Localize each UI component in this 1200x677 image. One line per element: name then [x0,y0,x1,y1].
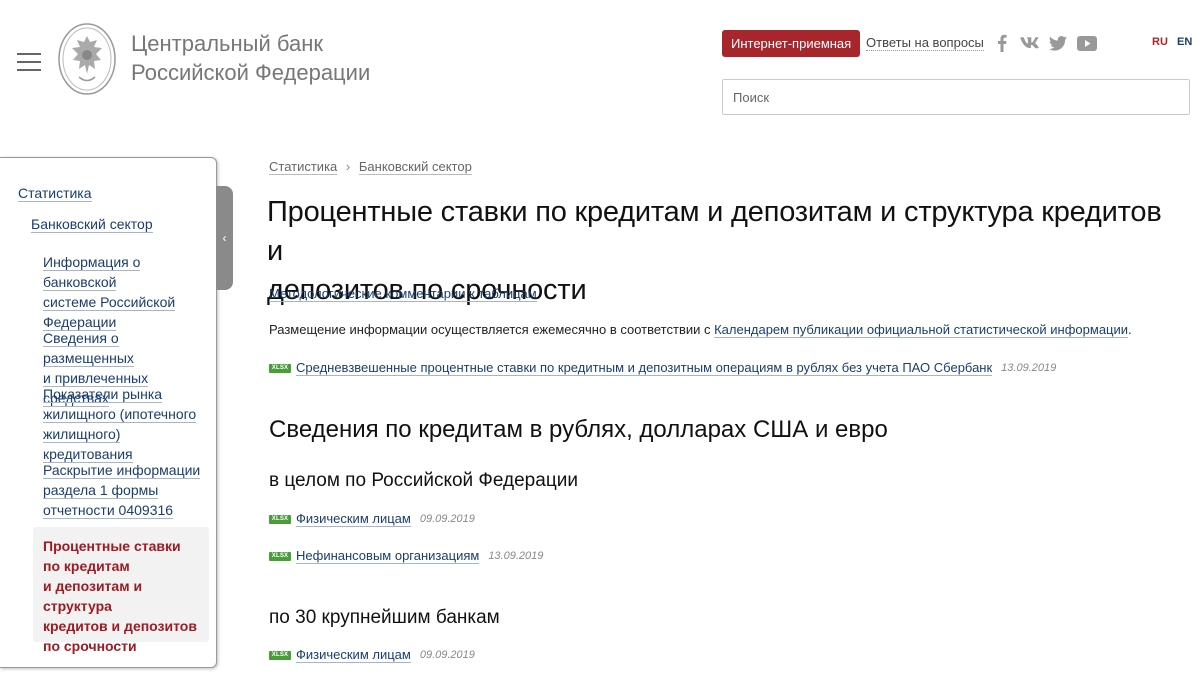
facebook-icon[interactable] [996,34,1008,52]
vk-icon[interactable] [1018,34,1040,52]
sidebar-item-label: кредитов и депозитов [43,618,197,634]
page-title-line1: Процентные ставки по кредитам и депозита… [267,196,1162,267]
xlsx-file-icon: XLSX [269,650,291,660]
sidebar-item-banking-sector[interactable]: Банковский сектор [31,214,153,234]
banks30-heading: по 30 крупнейшим банкам [269,607,500,628]
file-banks30-individuals: XLSX Физическим лицам 09.09.2019 [269,647,475,663]
methodology-link-label: Методологические комментарии к таблицам [269,286,537,302]
sidebar-collapse-chevron-icon[interactable]: ‹ [216,186,233,290]
rf-individuals-link[interactable]: Физическим лицам [296,511,411,527]
sidebar-item-label: Процентные ставки [43,538,181,554]
breadcrumb-banking-sector[interactable]: Банковский сектор [358,159,472,175]
sidebar-item-label: по срочности [43,638,137,654]
sidebar-item-label: и депозитам и структура [43,578,143,614]
placement-text: Размещение информации осуществляется еже… [269,322,715,337]
sidebar-item-label: раздела 1 формы [43,482,159,499]
bank-name-line1: Центральный банк [131,31,323,56]
bank-name[interactable]: Центральный банк Российской Федерации [131,29,370,87]
sidebar-item-form-disclosure[interactable]: Раскрытие информации раздела 1 формы отч… [43,460,203,520]
weighted-rates-link[interactable]: Средневзвешенные процентные ставки по кр… [296,360,993,376]
placement-info: Размещение информации осуществляется еже… [269,322,1132,338]
bank-emblem-logo[interactable] [57,22,117,96]
sidebar-item-label: Показатели рынка [43,386,163,403]
banks30-individuals-link[interactable]: Физическим лицам [296,647,411,663]
sidebar-item-label: Сведения о размещенных [43,330,134,367]
rf-heading: в целом по Российской Федерации [269,470,578,491]
sidebar-item-label: жилищного) кредитования [43,426,133,463]
sidebar-item-label: отчетности 0409316 [43,502,174,519]
file-date: 13.09.2019 [488,550,544,562]
file-date: 13.09.2019 [1001,362,1057,374]
lang-en[interactable]: EN [1177,36,1192,48]
sidebar-item-label: Банковский сектор [31,216,153,233]
menu-burger-icon[interactable] [17,53,41,71]
faq-link[interactable]: Ответы на вопросы [866,35,984,51]
bank-name-line2: Российской Федерации [131,60,371,85]
sidebar-item-label: Информация о банковской [43,254,141,291]
sidebar-item-statistics[interactable]: Статистика [18,183,92,203]
sidebar-item-interest-rates-active[interactable]: Процентные ставки по кредитам и депозита… [33,527,209,654]
sidebar-item-label: Раскрытие информации [43,462,201,479]
xlsx-file-icon: XLSX [269,514,291,524]
lang-ru[interactable]: RU [1152,36,1168,48]
file-date: 09.09.2019 [419,513,475,525]
xlsx-file-icon: XLSX [269,551,291,561]
sidebar-item-label: жилищного (ипотечного [43,406,197,423]
file-weighted-rates: XLSX Средневзвешенные процентные ставки … [269,360,1056,376]
sidebar-item-label: Статистика [18,185,92,202]
breadcrumb-chevron-icon: › [345,159,351,174]
placement-end: . [1128,322,1132,337]
breadcrumb-statistics[interactable]: Статистика [269,159,338,175]
methodology-link[interactable]: Методологические комментарии к таблицам [269,286,537,302]
breadcrumb: Статистика › Банковский сектор [269,159,472,175]
search-input[interactable] [722,79,1190,115]
file-rf-individuals: XLSX Физическим лицам 09.09.2019 [269,511,475,527]
sidebar-item-label: по кредитам [43,558,130,574]
youtube-icon[interactable] [1076,34,1098,52]
publication-calendar-link[interactable]: Календарем публикации официальной статис… [714,322,1129,338]
xlsx-file-icon: XLSX [269,363,291,373]
sidebar-item-mortgage-market[interactable]: Показатели рынка жилищного (ипотечного ж… [43,384,203,464]
file-date: 09.09.2019 [419,649,475,661]
internet-reception-button[interactable]: Интернет-приемная [722,30,861,57]
rf-nonfinancial-link[interactable]: Нефинансовым организациям [296,548,480,564]
file-rf-nonfinancial: XLSX Нефинансовым организациям 13.09.201… [269,548,543,564]
sidebar-item-label: системе Российской [43,294,176,311]
sidebar-item-banking-system-info[interactable]: Информация о банковской системе Российск… [43,252,203,332]
twitter-icon[interactable] [1048,34,1068,52]
credits-heading: Сведения по кредитам в рублях, долларах … [269,416,888,443]
